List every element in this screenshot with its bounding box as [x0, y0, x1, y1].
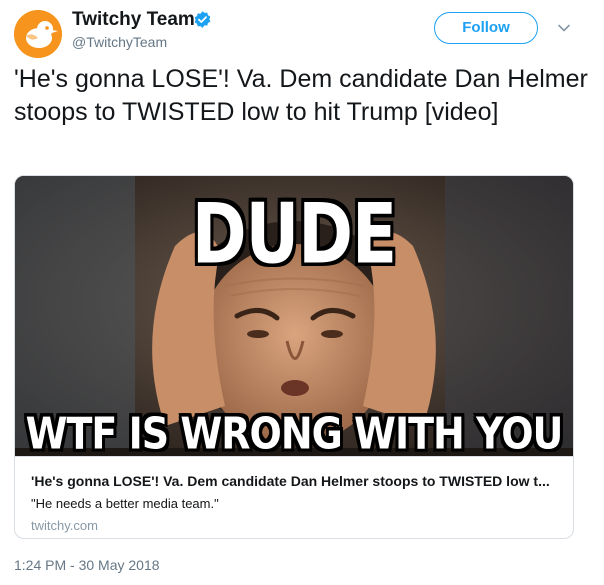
meme-top-caption: DUDE: [191, 186, 397, 283]
card-image[interactable]: DUDE WTF IS WRONG WITH YOU: [15, 176, 573, 456]
link-card[interactable]: DUDE WTF IS WRONG WITH YOU 'He's gonna L…: [14, 175, 574, 539]
timestamp[interactable]: 1:24 PM - 30 May 2018: [14, 557, 160, 573]
card-title[interactable]: 'He's gonna LOSE'! Va. Dem candidate Dan…: [31, 473, 559, 489]
follow-button[interactable]: Follow: [434, 12, 538, 44]
card-domain: twitchy.com: [31, 518, 98, 533]
tweet: Twitchy Team @TwitchyTeam Follow 'He's g…: [0, 0, 604, 585]
card-description: "He needs a better media team.": [31, 496, 219, 511]
meme-bottom-caption: WTF IS WRONG WITH YOU: [25, 408, 564, 456]
tweet-text: 'He's gonna LOSE'! Va. Dem candidate Dan…: [14, 65, 588, 126]
card-body[interactable]: 'He's gonna LOSE'! Va. Dem candidate Dan…: [15, 456, 573, 538]
chevron-down-icon[interactable]: [556, 20, 572, 36]
display-name[interactable]: Twitchy Team: [72, 9, 195, 31]
avatar[interactable]: [14, 10, 62, 58]
verified-badge-icon: [194, 11, 211, 28]
handle[interactable]: @TwitchyTeam: [72, 34, 167, 50]
bird-icon: [14, 10, 62, 58]
